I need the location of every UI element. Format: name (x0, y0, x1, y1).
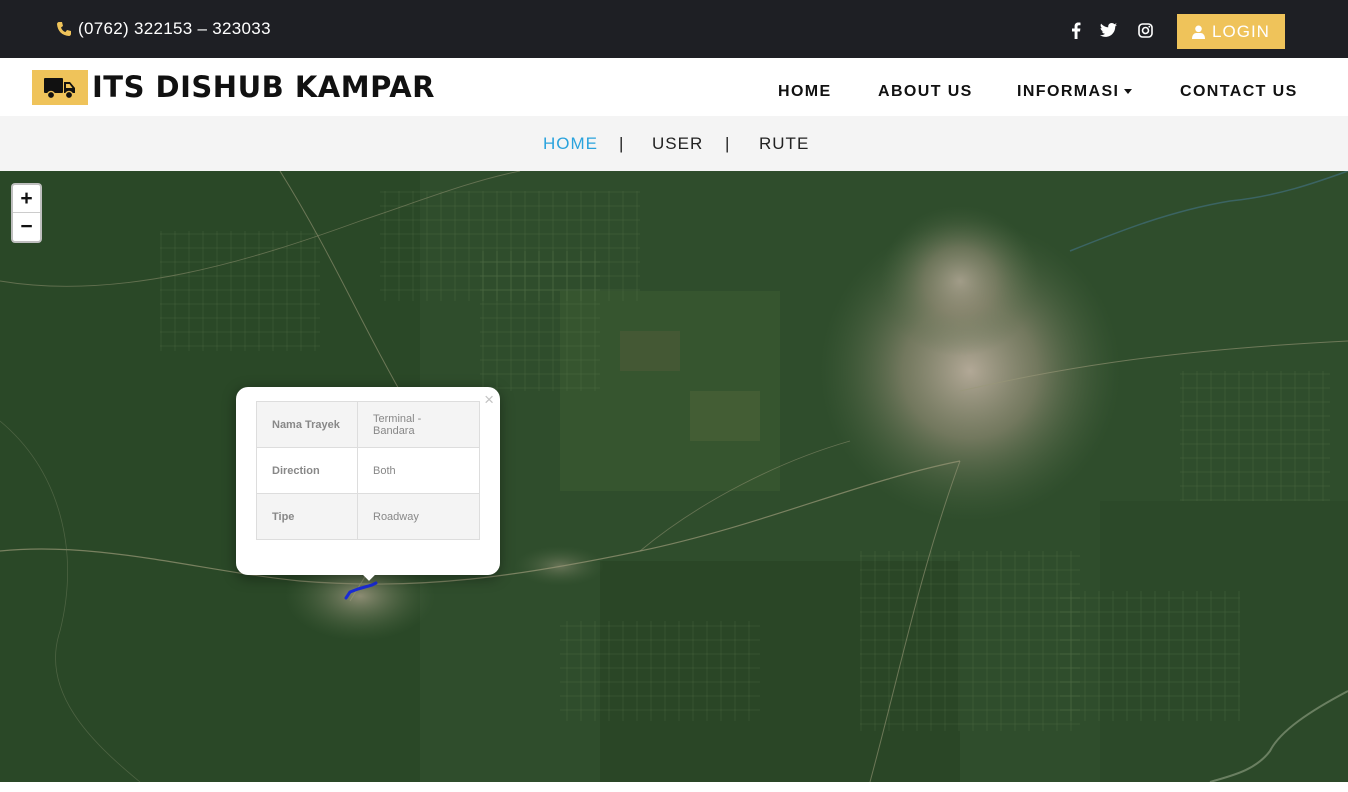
nav-informasi-label: INFORMASI (1017, 83, 1120, 100)
subnav-rute[interactable]: RUTE (759, 134, 809, 154)
direction-key: Direction (256, 447, 358, 494)
instagram-icon[interactable] (1135, 20, 1155, 40)
site-title[interactable]: ITS DISHUB KAMPAR (92, 70, 435, 104)
direction-value: Both (357, 447, 480, 494)
table-row: Nama Trayek Terminal - Bandara (256, 401, 480, 448)
nav-about-us[interactable]: ABOUT US (878, 83, 973, 101)
phone-icon (57, 22, 71, 36)
user-icon (1192, 25, 1206, 39)
caret-down-icon (1124, 89, 1133, 95)
type-value: Roadway (357, 493, 480, 540)
login-label: LOGIN (1212, 21, 1270, 41)
popup-tip (359, 572, 379, 584)
subnav-separator: | (725, 134, 730, 153)
phone-number: (0762) 322153 – 323033 (78, 19, 271, 38)
phone-contact: (0762) 322153 – 323033 (56, 18, 271, 40)
route-name-key: Nama Trayek (256, 401, 358, 448)
subnav-user[interactable]: USER (652, 134, 703, 154)
subnav-separator: | (619, 134, 624, 153)
sub-navigation: HOME | USER | RUTE (0, 116, 1348, 171)
top-bar: (0762) 322153 – 323033 LOGIN (0, 0, 1348, 58)
login-button[interactable]: LOGIN (1177, 14, 1285, 49)
zoom-control: + − (11, 183, 42, 243)
popup-close-button[interactable]: × (484, 390, 494, 410)
main-header: ITS DISHUB KAMPAR HOME ABOUT US INFORMAS… (0, 58, 1348, 116)
twitter-icon[interactable] (1098, 20, 1118, 40)
table-row: Direction Both (256, 447, 480, 494)
subnav-home[interactable]: HOME (543, 134, 598, 154)
satellite-imagery (0, 171, 1348, 782)
truck-icon[interactable] (32, 70, 88, 105)
zoom-in-button[interactable]: + (13, 185, 40, 213)
satellite-map[interactable]: + − × Nama Trayek Terminal - Bandara Dir… (0, 171, 1348, 782)
nav-informasi-dropdown[interactable]: INFORMASI (1017, 83, 1133, 101)
route-name-value: Terminal - Bandara (357, 401, 480, 448)
page-bottom (0, 782, 1348, 792)
zoom-out-button[interactable]: − (13, 213, 40, 241)
facebook-icon[interactable] (1066, 20, 1086, 40)
route-info-table: Nama Trayek Terminal - Bandara Direction… (256, 401, 480, 540)
table-row: Tipe Roadway (256, 493, 480, 540)
nav-home[interactable]: HOME (778, 83, 832, 101)
route-popup: × Nama Trayek Terminal - Bandara Directi… (236, 387, 500, 575)
nav-contact-us[interactable]: CONTACT US (1180, 83, 1298, 101)
type-key: Tipe (256, 493, 358, 540)
